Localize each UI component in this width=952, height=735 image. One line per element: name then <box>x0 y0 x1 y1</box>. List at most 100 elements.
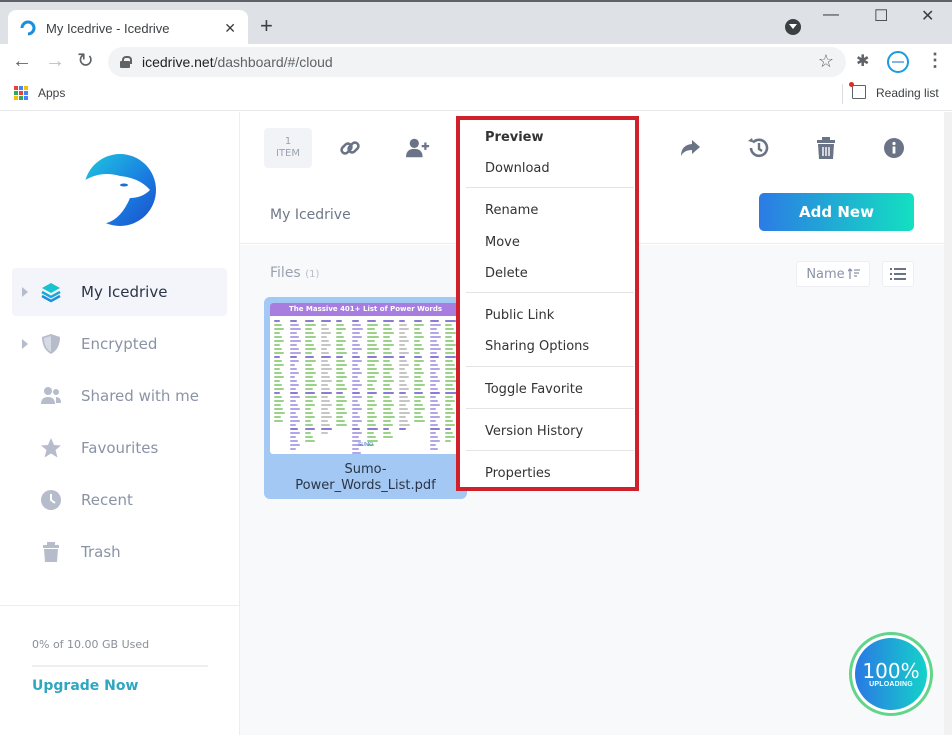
sidebar-item-label: Shared with me <box>81 387 200 405</box>
files-section-label: Files (1) <box>270 265 320 281</box>
tab-close-icon[interactable]: ✕ <box>224 20 236 37</box>
apps-grid-icon[interactable] <box>14 86 28 100</box>
thumbnail-word <box>351 340 358 342</box>
menu-item-sharing-options[interactable]: Sharing Options <box>485 339 589 354</box>
upload-progress-badge[interactable]: 100% UPLOADING <box>849 632 933 716</box>
thumbnail-word <box>336 320 343 322</box>
thumbnail-word <box>414 388 421 390</box>
new-tab-button[interactable]: + <box>260 14 273 38</box>
thumbnail-word <box>305 436 314 438</box>
upgrade-now-link[interactable]: Upgrade Now <box>32 678 138 694</box>
thumbnail-word <box>305 360 317 362</box>
thumbnail-word <box>383 412 393 414</box>
menu-item-public-link[interactable]: Public Link <box>485 308 554 323</box>
sidebar-item-favourites[interactable]: Favourites <box>12 424 227 472</box>
menu-item-download[interactable]: Download <box>485 161 550 176</box>
browser-tab-strip: My Icedrive - Icedrive ✕ + — ☐ ✕ <box>0 0 952 46</box>
sort-label: Name <box>806 266 845 282</box>
list-view-toggle[interactable] <box>882 261 914 287</box>
add-user-icon[interactable] <box>406 136 430 160</box>
menu-item-preview[interactable]: Preview <box>485 130 544 145</box>
history-icon[interactable] <box>746 136 770 160</box>
apps-bookmark[interactable]: Apps <box>38 86 65 100</box>
thumbnail-word <box>367 352 375 354</box>
thumbnail-word <box>429 400 438 402</box>
thumbnail-word <box>305 408 311 410</box>
reading-list-icon[interactable] <box>849 82 866 99</box>
thumbnail-word <box>429 368 440 370</box>
tab-search-icon[interactable] <box>785 19 801 35</box>
thumbnail-word <box>336 376 347 378</box>
icedrive-logo-icon[interactable] <box>80 152 158 228</box>
thumbnail-word <box>289 360 300 362</box>
url-path: /dashboard/#/cloud <box>213 54 333 70</box>
thumbnail-word <box>289 356 298 358</box>
page-scrollbar[interactable] <box>944 112 952 735</box>
thumbnail-word <box>398 320 405 322</box>
extensions-puzzle-icon[interactable]: ✱ <box>856 51 869 71</box>
sidebar-item-encrypted[interactable]: Encrypted <box>12 320 227 368</box>
context-menu: Preview Download Rename Move Delete Publ… <box>456 116 639 491</box>
minimize-button[interactable]: — <box>823 6 839 24</box>
share-forward-icon[interactable] <box>678 136 702 160</box>
maximize-button[interactable]: ☐ <box>874 6 888 26</box>
reload-button[interactable]: ↻ <box>77 50 94 72</box>
menu-divider <box>466 366 634 367</box>
add-new-button[interactable]: Add New <box>759 193 914 231</box>
reading-list-button[interactable]: Reading list <box>876 86 939 100</box>
close-window-button[interactable]: ✕ <box>921 6 934 26</box>
menu-item-move[interactable]: Move <box>485 235 520 250</box>
browser-tab[interactable]: My Icedrive - Icedrive ✕ <box>8 10 248 46</box>
thumbnail-word <box>383 392 395 394</box>
thumbnail-word <box>274 376 285 378</box>
breadcrumb[interactable]: My Icedrive <box>270 207 351 223</box>
menu-item-version-history[interactable]: Version History <box>485 424 583 439</box>
thumbnail-word <box>398 336 407 338</box>
delete-trash-icon[interactable] <box>814 136 838 160</box>
address-bar[interactable]: icedrive.net/dashboard/#/cloud ☆ <box>108 47 846 77</box>
link-icon[interactable] <box>338 136 362 160</box>
thumbnail-word <box>289 384 300 386</box>
thumbnail-word <box>383 332 394 334</box>
thumbnail-word <box>351 412 359 414</box>
expand-caret-icon[interactable] <box>22 287 28 297</box>
file-card[interactable]: The Massive 401+ List of Power Words SUM… <box>264 297 467 499</box>
thumbnail-word <box>289 392 298 394</box>
sidebar-item-shared-with-me[interactable]: Shared with me <box>12 372 227 420</box>
menu-item-rename[interactable]: Rename <box>485 203 538 218</box>
menu-item-toggle-favorite[interactable]: Toggle Favorite <box>485 382 583 397</box>
thumbnail-word <box>383 368 395 370</box>
thumbnail-word <box>398 380 406 382</box>
browser-menu-icon[interactable]: ⋮ <box>926 50 944 71</box>
thumbnail-word <box>289 320 297 322</box>
thumbnail-word <box>367 392 378 394</box>
thumbnail-word <box>367 320 377 322</box>
files-count: (1) <box>305 269 320 280</box>
sort-by-name-button[interactable]: Name <box>796 261 870 287</box>
bookmark-star-icon[interactable]: ☆ <box>818 51 834 72</box>
thumbnail-word <box>336 412 348 414</box>
back-button[interactable]: ← <box>12 50 32 72</box>
profile-avatar-icon[interactable] <box>887 51 909 73</box>
forward-button[interactable]: → <box>45 50 65 72</box>
menu-item-properties[interactable]: Properties <box>485 466 551 481</box>
thumbnail-word <box>445 400 455 402</box>
thumbnail-word <box>429 360 436 362</box>
thumbnail-word <box>367 332 377 334</box>
storage-usage-bar <box>32 665 208 667</box>
thumbnail-word <box>320 368 332 370</box>
thumbnail-word <box>320 360 328 362</box>
menu-item-delete[interactable]: Delete <box>485 266 528 281</box>
thumbnail-word <box>429 352 438 354</box>
thumbnail-word <box>274 344 281 346</box>
thumbnail-word <box>414 336 425 338</box>
info-icon[interactable] <box>882 136 906 160</box>
thumbnail-word <box>398 348 408 350</box>
sidebar-item-trash[interactable]: Trash <box>12 528 227 576</box>
thumbnail-word <box>289 336 299 338</box>
expand-caret-icon[interactable] <box>22 339 28 349</box>
sidebar-item-my-icedrive[interactable]: My Icedrive <box>12 268 227 316</box>
thumbnail-word <box>429 336 442 338</box>
thumbnail-word <box>383 416 395 418</box>
sidebar-item-recent[interactable]: Recent <box>12 476 227 524</box>
